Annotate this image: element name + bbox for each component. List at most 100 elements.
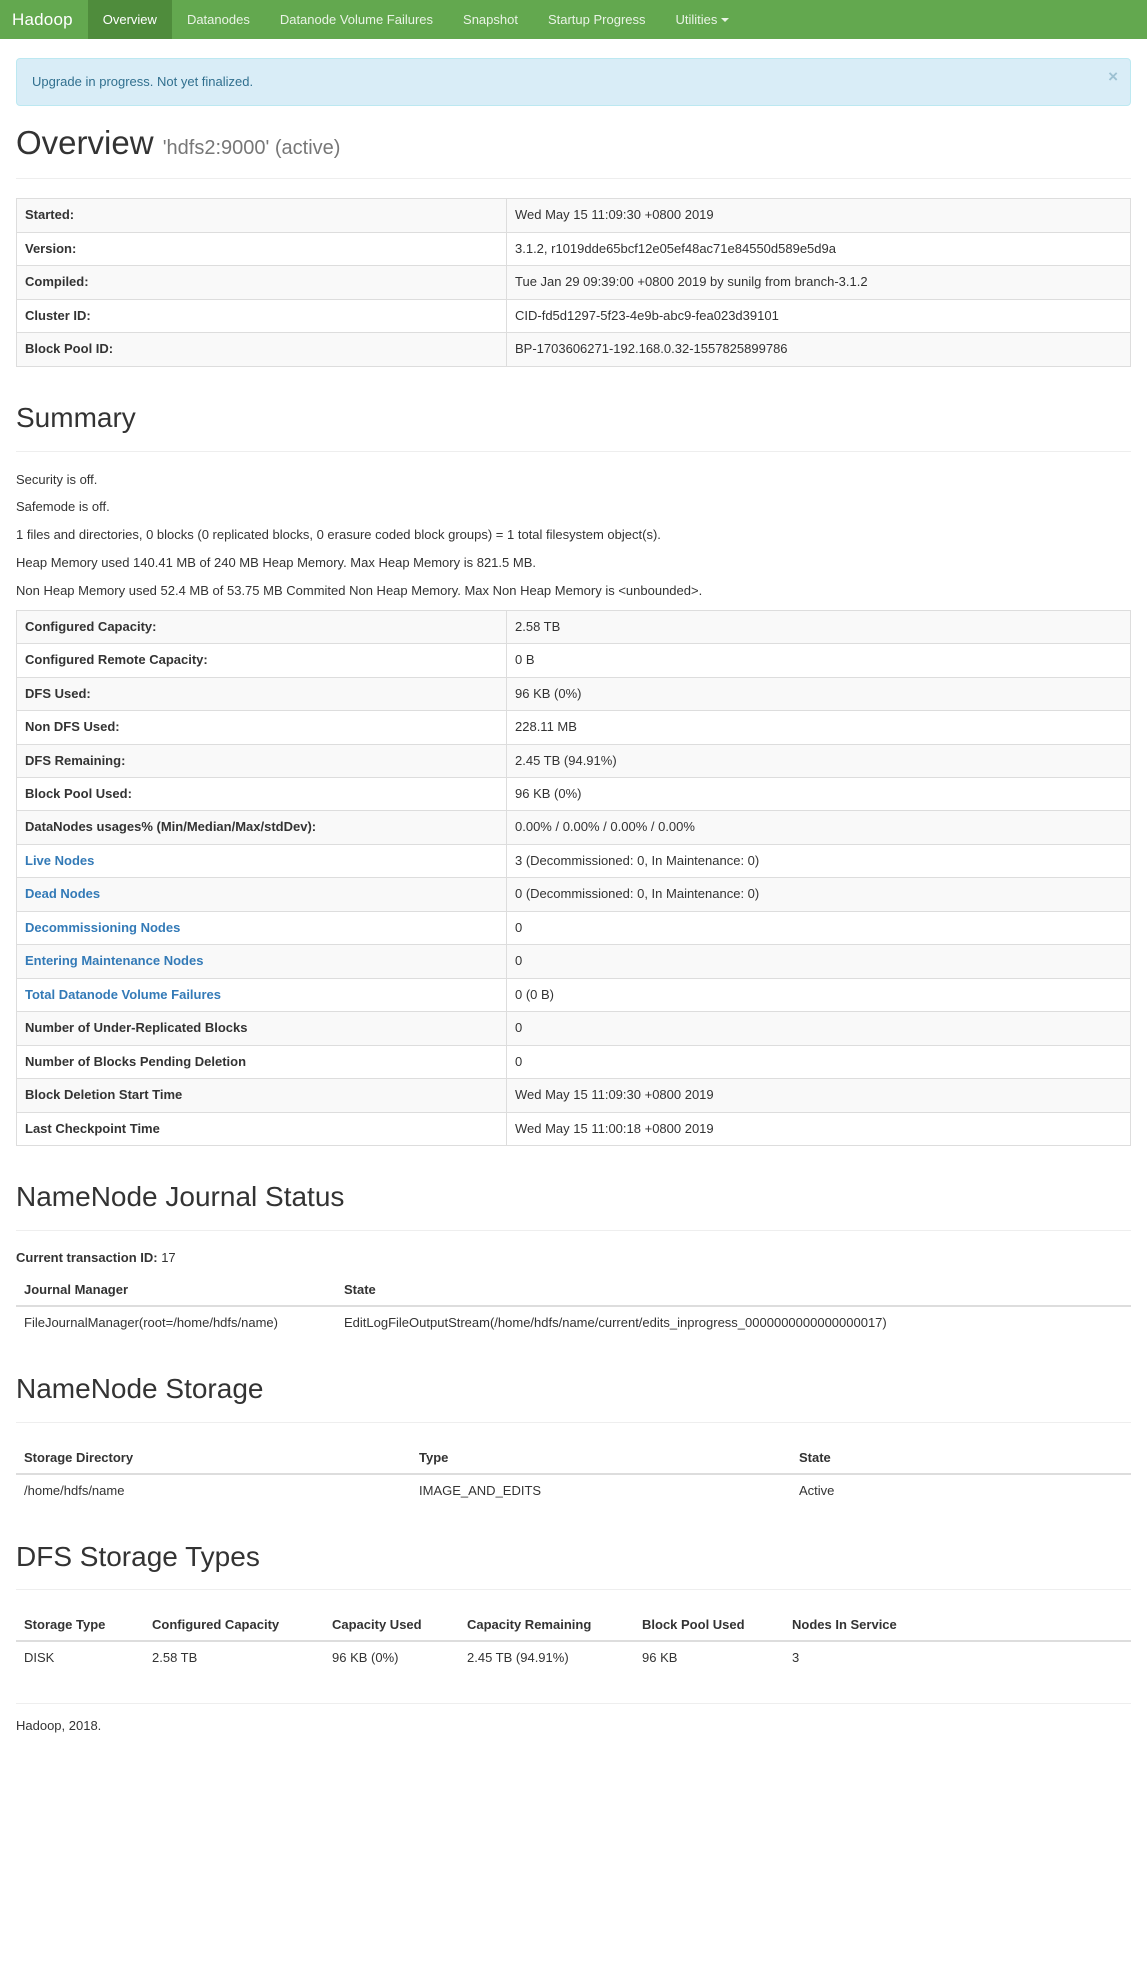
summary-value-dfs-remaining: 2.45 TB (94.91%) xyxy=(506,743,1131,779)
table-row: DFS Used: 96 KB (0%) xyxy=(16,676,1131,712)
nav-item-startup-progress[interactable]: Startup Progress xyxy=(533,0,661,39)
table-row: Number of Blocks Pending Deletion 0 xyxy=(16,1044,1131,1080)
chevron-down-icon xyxy=(721,18,730,22)
table-row: Entering Maintenance Nodes 0 xyxy=(16,944,1131,979)
dfs-column-capacity-used: Capacity Used xyxy=(324,1609,459,1643)
dfs-column-block-pool-used: Block Pool Used xyxy=(634,1609,784,1643)
overview-value-cluster-id: CID-fd5d1297-5f23-4e9b-abc9-fea023d39101 xyxy=(506,298,1131,334)
nav-item-datanode-volume-failures[interactable]: Datanode Volume Failures xyxy=(265,0,448,39)
upgrade-alert-message: Upgrade in progress. Not yet finalized. xyxy=(32,74,254,89)
summary-key-blocks-pending-deletion: Number of Blocks Pending Deletion xyxy=(16,1044,507,1080)
storage-column-directory: Storage Directory xyxy=(16,1441,411,1475)
footer-text: Hadoop, 2018. xyxy=(16,1718,102,1734)
overview-table: Started: Wed May 15 11:09:30 +0800 2019 … xyxy=(16,198,1131,367)
summary-value-non-dfs-used: 228.11 MB xyxy=(506,710,1131,745)
table-row: Compiled: Tue Jan 29 09:39:00 +0800 2019… xyxy=(16,265,1131,300)
nav-item-snapshot[interactable]: Snapshot xyxy=(448,0,533,39)
summary-key-datanodes-usages: DataNodes usages% (Min/Median/Max/stdDev… xyxy=(16,810,507,845)
table-row: DISK 2.58 TB 96 KB (0%) 2.45 TB (94.91%)… xyxy=(16,1641,1131,1673)
summary-key-decommissioning-nodes: Decommissioning Nodes xyxy=(16,910,507,946)
page-title: Overview 'hdfs2:9000' (active) xyxy=(16,125,1131,161)
nav-item-overview[interactable]: Overview xyxy=(87,0,172,39)
page-title-text: Overview xyxy=(16,124,154,162)
journal-table: Journal Manager State FileJournalManager… xyxy=(16,1273,1131,1338)
dfs-cell-capacity-remaining: 2.45 TB (94.91%) xyxy=(467,1650,569,1666)
link-total-datanode-volume-failures[interactable]: Total Datanode Volume Failures xyxy=(25,987,221,1002)
summary-value-configured-remote-capacity: 0 B xyxy=(506,643,1131,678)
table-row: Total Datanode Volume Failures 0 (0 B) xyxy=(16,977,1131,1013)
dfs-column-storage-type: Storage Type xyxy=(16,1609,144,1643)
table-row: Decommissioning Nodes 0 xyxy=(16,910,1131,946)
dfs-cell-nodes-in-service: 3 xyxy=(792,1650,800,1666)
summary-value-total-datanode-volume-failures: 0 (0 B) xyxy=(506,977,1131,1013)
summary-value-live-nodes: 3 (Decommissioned: 0, In Maintenance: 0) xyxy=(506,843,1131,879)
storage-divider xyxy=(16,1421,1131,1423)
summary-table: Configured Capacity: 2.58 TB Configured … xyxy=(16,609,1131,1147)
table-row: Block Deletion Start Time Wed May 15 11:… xyxy=(16,1078,1131,1113)
nav-item-datanodes[interactable]: Datanodes xyxy=(172,0,265,39)
link-live-nodes[interactable]: Live Nodes xyxy=(25,853,94,868)
link-decommissioning-nodes[interactable]: Decommissioning Nodes xyxy=(25,920,180,935)
overview-value-version: 3.1.2, r1019dde65bcf12e05ef48ac71e84550d… xyxy=(506,231,1131,267)
summary-text-filesystem-objects: 1 files and directories, 0 blocks (0 rep… xyxy=(16,527,661,543)
table-row: Configured Remote Capacity: 0 B xyxy=(16,643,1131,678)
current-transaction-id: Current transaction ID: 17 xyxy=(16,1250,1131,1265)
storage-column-state: State xyxy=(791,1441,1131,1475)
storage-cell-state: Active xyxy=(799,1482,835,1498)
summary-key-block-deletion-start-time: Block Deletion Start Time xyxy=(16,1078,507,1113)
table-row: Block Pool Used: 96 KB (0%) xyxy=(16,777,1131,812)
table-header-row: Storage Type Configured Capacity Capacit… xyxy=(16,1609,1131,1643)
storage-cell-directory: /home/hdfs/name xyxy=(24,1482,125,1498)
table-row: Version: 3.1.2, r1019dde65bcf12e05ef48ac… xyxy=(16,231,1131,267)
summary-heading: Summary xyxy=(16,401,136,433)
summary-text-heap-memory: Heap Memory used 140.41 MB of 240 MB Hea… xyxy=(16,555,536,571)
page-footer: Hadoop, 2018. xyxy=(16,1703,1131,1755)
table-row: Non DFS Used: 228.11 MB xyxy=(16,710,1131,745)
dfs-column-capacity-remaining: Capacity Remaining xyxy=(459,1609,634,1643)
storage-column-type: Type xyxy=(411,1441,791,1475)
dfs-column-configured-capacity: Configured Capacity xyxy=(144,1609,324,1643)
dfs-cell-capacity-used: 96 KB (0%) xyxy=(332,1650,399,1666)
overview-divider xyxy=(16,178,1131,180)
overview-value-block-pool-id: BP-1703606271-192.168.0.32-1557825899786 xyxy=(506,332,1131,367)
nav-item-utilities-label: Utilities xyxy=(675,12,718,27)
summary-text-non-heap-memory: Non Heap Memory used 52.4 MB of 53.75 MB… xyxy=(16,582,703,598)
summary-key-block-pool-used: Block Pool Used: xyxy=(16,777,507,812)
journal-column-state: State xyxy=(336,1273,1131,1307)
journal-column-manager: Journal Manager xyxy=(16,1273,336,1307)
current-transaction-id-value: 17 xyxy=(161,1249,176,1265)
dfs-storage-types-heading: DFS Storage Types xyxy=(16,1540,260,1572)
summary-key-configured-capacity: Configured Capacity: xyxy=(16,609,507,645)
overview-key-block-pool-id: Block Pool ID: xyxy=(16,332,507,367)
summary-value-datanodes-usages: 0.00% / 0.00% / 0.00% / 0.00% xyxy=(506,810,1131,845)
table-header-row: Journal Manager State xyxy=(16,1273,1131,1307)
summary-key-last-checkpoint-time: Last Checkpoint Time xyxy=(16,1111,507,1147)
overview-value-compiled: Tue Jan 29 09:39:00 +0800 2019 by sunilg… xyxy=(506,265,1131,300)
overview-value-started: Wed May 15 11:09:30 +0800 2019 xyxy=(506,198,1131,233)
table-row: Live Nodes 3 (Decommissioned: 0, In Main… xyxy=(16,843,1131,879)
nav-item-utilities[interactable]: Utilities xyxy=(661,0,745,39)
table-row: Block Pool ID: BP-1703606271-192.168.0.3… xyxy=(16,332,1131,367)
dfs-cell-block-pool-used: 96 KB xyxy=(642,1650,678,1666)
table-header-row: Storage Directory Type State xyxy=(16,1441,1131,1475)
dfs-storage-types-table: Storage Type Configured Capacity Capacit… xyxy=(16,1609,1131,1673)
table-row: Cluster ID: CID-fd5d1297-5f23-4e9b-abc9-… xyxy=(16,298,1131,334)
summary-key-live-nodes: Live Nodes xyxy=(16,843,507,879)
summary-text-security: Security is off. xyxy=(16,471,98,487)
summary-value-decommissioning-nodes: 0 xyxy=(506,910,1131,946)
table-row: Number of Under-Replicated Blocks 0 xyxy=(16,1011,1131,1046)
dfs-cell-configured-capacity: 2.58 TB xyxy=(152,1650,198,1666)
summary-value-under-replicated-blocks: 0 xyxy=(506,1011,1131,1046)
upgrade-alert: Upgrade in progress. Not yet finalized. … xyxy=(16,58,1131,107)
summary-key-dead-nodes: Dead Nodes xyxy=(16,877,507,912)
journal-status-heading: NameNode Journal Status xyxy=(16,1181,345,1213)
overview-key-compiled: Compiled: xyxy=(16,265,507,300)
close-icon[interactable]: × xyxy=(1108,68,1118,85)
table-row: DFS Remaining: 2.45 TB (94.91%) xyxy=(16,743,1131,779)
brand-logo-hadoop[interactable]: Hadoop xyxy=(0,0,88,39)
link-entering-maintenance-nodes[interactable]: Entering Maintenance Nodes xyxy=(25,953,203,968)
summary-key-non-dfs-used: Non DFS Used: xyxy=(16,710,507,745)
link-dead-nodes[interactable]: Dead Nodes xyxy=(25,886,100,901)
journal-cell-manager: FileJournalManager(root=/home/hdfs/name) xyxy=(24,1314,278,1330)
table-row: FileJournalManager(root=/home/hdfs/name)… xyxy=(16,1306,1131,1338)
